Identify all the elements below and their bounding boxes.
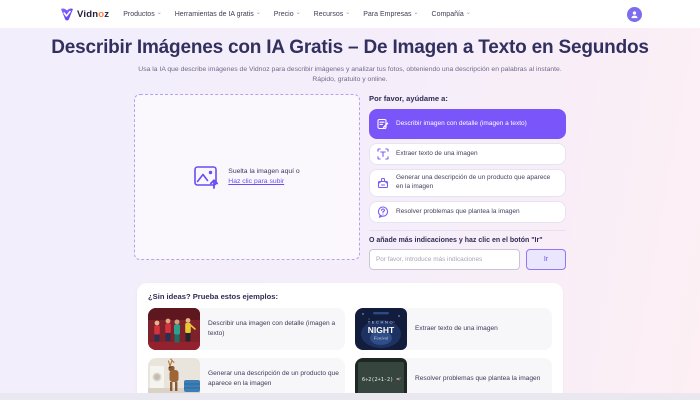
- option-label: Extraer texto de una imagen: [396, 149, 478, 157]
- vidnoz-logo-text: Vidnoz: [77, 8, 110, 20]
- option-describe-image[interactable]: Describir imagen con detalle (imagen a t…: [369, 109, 566, 140]
- soccer-match-photo: [148, 307, 200, 350]
- edit-document-icon: [377, 118, 389, 130]
- text-scan-icon: [377, 148, 389, 160]
- menu-item-herramientas[interactable]: Herramientas de IA gratis ⌄: [175, 10, 261, 18]
- option-extract-text[interactable]: Extraer texto de una imagen: [369, 143, 566, 166]
- svg-text:6÷2(2+1-2) =: 6÷2(2+1-2) =: [362, 377, 399, 383]
- divider: [369, 229, 566, 231]
- page-subtitle: Usa la IA que describe imágenes de Vidno…: [138, 66, 562, 84]
- task-options: Describir imagen con detalle (imagen a t…: [369, 109, 566, 223]
- examples-panel: ¿Sin ideas? Prueba estos ejemplos: Descr…: [137, 282, 563, 400]
- upload-image-icon: [194, 166, 221, 189]
- prompt-heading: O añade más indicaciones y haz clic en e…: [369, 236, 543, 244]
- example-label: Generar una descripción de un producto q…: [208, 370, 339, 387]
- dropzone-text: Suelta la imagen aquí o: [228, 167, 300, 175]
- chevron-down-icon: ⌄: [345, 10, 351, 16]
- svg-text:TECHNO: TECHNO: [368, 319, 395, 324]
- example-label: Describir una imagen con detalle (imagen…: [208, 320, 336, 337]
- menu-item-productos[interactable]: Productos ⌄: [123, 10, 162, 18]
- menu-item-para-empresas[interactable]: Para Empresas ⌄: [363, 10, 419, 18]
- user-avatar[interactable]: [627, 6, 642, 22]
- example-describe-image[interactable]: Describir una imagen con detalle (imagen…: [148, 307, 345, 350]
- example-label: Extraer texto de una imagen: [415, 325, 498, 333]
- question-bubble-icon: [377, 206, 389, 218]
- option-solve-problems[interactable]: Resolver problemas que plantea la imagen: [369, 200, 566, 223]
- svg-text:NIGHT: NIGHT: [368, 325, 395, 335]
- option-label: Resolver problemas que plantea la imagen: [396, 207, 520, 215]
- vidnoz-logo-icon: [60, 7, 74, 21]
- chevron-down-icon: ⌄: [156, 10, 162, 16]
- product-box-icon: [377, 177, 389, 189]
- chevron-down-icon: ⌄: [465, 10, 471, 16]
- go-button[interactable]: Ir: [526, 248, 566, 270]
- svg-text:Festival: Festival: [373, 335, 389, 340]
- menu-item-compania[interactable]: Compañía ⌄: [432, 10, 471, 18]
- upload-link[interactable]: Haz clic para subir: [228, 178, 284, 185]
- vidnoz-logo[interactable]: Vidnoz: [60, 7, 109, 21]
- person-icon: [631, 10, 638, 18]
- techno-night-poster: TECHNO NIGHT Festival: [355, 307, 407, 350]
- option-label: Generar una descripción de un producto q…: [396, 174, 551, 191]
- page-title: Describir Imágenes con IA Gratis – De Im…: [51, 37, 649, 58]
- option-label: Describir imagen con detalle (imagen a t…: [396, 119, 527, 127]
- footer-strip: [0, 393, 700, 400]
- example-extract-text[interactable]: TECHNO NIGHT Festival Extraer texto de u…: [355, 307, 552, 350]
- chevron-down-icon: ⌄: [413, 10, 419, 16]
- menu-item-precio[interactable]: Precio ⌄: [274, 10, 301, 18]
- examples-heading: ¿Sin ideas? Prueba estos ejemplos:: [148, 291, 278, 301]
- example-label: Resolver problemas que plantea la imagen: [415, 375, 541, 383]
- main-menu: Productos ⌄ Herramientas de IA gratis ⌄ Pr…: [123, 10, 471, 18]
- chevron-down-icon: ⌄: [295, 10, 301, 16]
- option-product-description[interactable]: Generar una descripción de un producto q…: [369, 169, 566, 197]
- svg-text:?: ?: [398, 377, 401, 383]
- top-navigation: Vidnoz Productos ⌄ Herramientas de IA gra…: [0, 0, 700, 28]
- image-dropzone[interactable]: Suelta la imagen aquí o Haz clic para su…: [134, 94, 360, 261]
- prompt-input[interactable]: [369, 248, 520, 270]
- chevron-down-icon: ⌄: [255, 10, 261, 16]
- menu-item-recursos[interactable]: Recursos ⌄: [314, 10, 351, 18]
- helper-heading: Por favor, ayúdame a:: [369, 94, 448, 104]
